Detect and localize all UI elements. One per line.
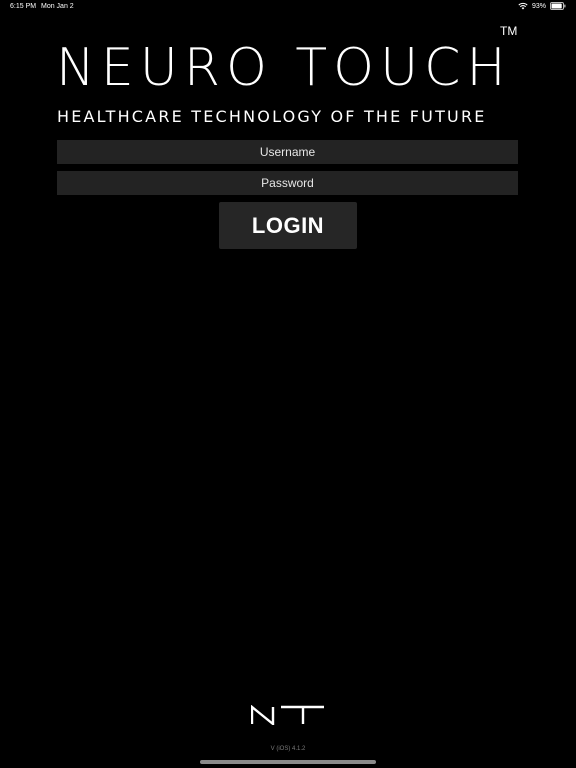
login-button[interactable]: LOGIN: [219, 202, 357, 249]
status-date: Mon Jan 2: [41, 3, 74, 10]
battery-icon: [550, 2, 566, 10]
home-indicator[interactable]: [200, 760, 376, 764]
nt-logo-icon: [250, 704, 325, 727]
status-bar: 6:15 PM Mon Jan 2 93%: [0, 0, 576, 14]
password-input[interactable]: [57, 171, 518, 195]
status-time: 6:15 PM: [10, 3, 37, 10]
status-indicators: 93%: [518, 2, 566, 10]
wifi-icon: [518, 2, 528, 10]
app-title: NEURO TOUCH: [56, 38, 512, 98]
tagline: HEALTHCARE TECHNOLOGY OF THE FUTURE: [57, 107, 487, 126]
version-label: V (iOS) 4.1.2: [270, 746, 306, 752]
battery-percent: 93%: [531, 2, 546, 10]
trademark-symbol: TM: [500, 24, 518, 38]
username-input[interactable]: [57, 140, 518, 164]
